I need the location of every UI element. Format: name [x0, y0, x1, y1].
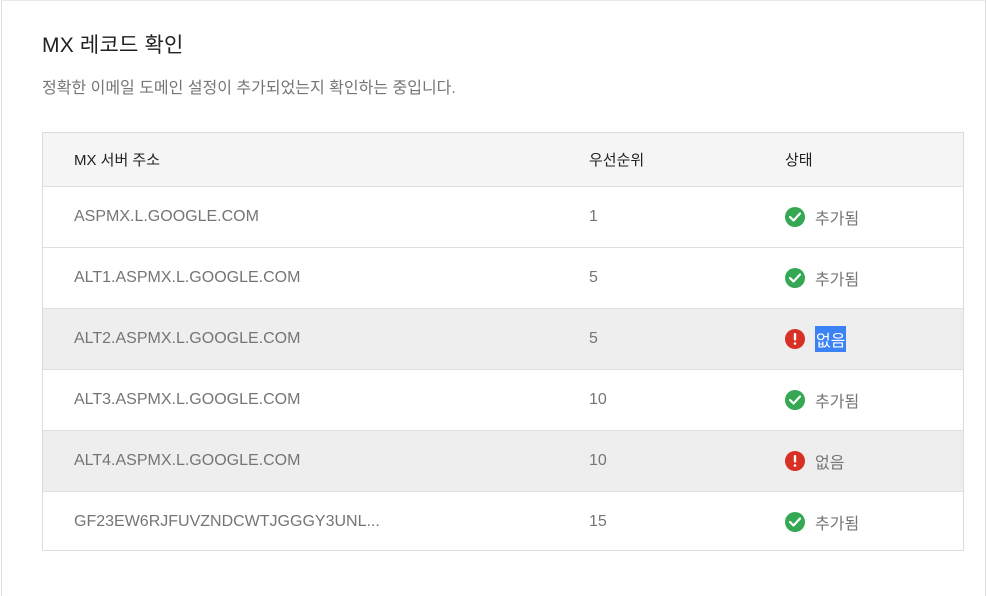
status-text: 없음	[815, 455, 845, 472]
status-text: 추가됨	[815, 394, 860, 411]
status-text: 추가됨	[815, 516, 860, 533]
server-address-cell: ASPMX.L.GOOGLE.COM	[74, 208, 259, 225]
table-row: ALT3.ASPMX.L.GOOGLE.COM 10 추가됨	[43, 369, 963, 430]
server-address-cell: GF23EW6RJFUVZNDCWTJGGGY3UNL...	[74, 513, 380, 530]
priority-cell: 5	[589, 269, 598, 286]
table-header-row: MX 서버 주소 우선순위 상태	[43, 133, 963, 186]
status-text[interactable]: 없음	[815, 326, 847, 352]
table-row: ALT4.ASPMX.L.GOOGLE.COM 10 없음	[43, 430, 963, 491]
server-address-cell: ALT4.ASPMX.L.GOOGLE.COM	[74, 452, 301, 469]
priority-cell: 10	[589, 452, 607, 469]
status-cell: 추가됨	[785, 187, 859, 247]
check-circle-icon	[785, 390, 805, 410]
status-cell: 없음	[785, 431, 844, 491]
table-row: ALT2.ASPMX.L.GOOGLE.COM 5 없음	[43, 308, 963, 369]
server-address-cell: ALT1.ASPMX.L.GOOGLE.COM	[74, 269, 301, 286]
status-cell: 없음	[785, 309, 847, 369]
priority-cell: 10	[589, 391, 607, 408]
page-title: MX 레코드 확인	[42, 34, 184, 57]
check-circle-icon	[785, 268, 805, 288]
error-circle-icon	[785, 451, 805, 471]
mx-records-table: MX 서버 주소 우선순위 상태 ASPMX.L.GOOGLE.COM 1 추가…	[42, 132, 964, 551]
status-text: 추가됨	[815, 272, 860, 289]
table-row: ASPMX.L.GOOGLE.COM 1 추가됨	[43, 186, 963, 247]
mx-record-panel: MX 레코드 확인 정확한 이메일 도메인 설정이 추가되었는지 확인하는 중입…	[1, 0, 986, 596]
header-server-address: MX 서버 주소	[74, 152, 161, 169]
status-cell: 추가됨	[785, 492, 859, 552]
check-circle-icon	[785, 207, 805, 227]
status-cell: 추가됨	[785, 370, 859, 430]
server-address-cell: ALT2.ASPMX.L.GOOGLE.COM	[74, 330, 301, 347]
header-priority: 우선순위	[589, 152, 645, 169]
check-circle-icon	[785, 512, 805, 532]
server-address-cell: ALT3.ASPMX.L.GOOGLE.COM	[74, 391, 301, 408]
priority-cell: 5	[589, 330, 598, 347]
page-subtitle: 정확한 이메일 도메인 설정이 추가되었는지 확인하는 중입니다.	[42, 80, 456, 97]
header-status: 상태	[785, 152, 813, 169]
error-circle-icon	[785, 329, 805, 349]
priority-cell: 1	[589, 208, 598, 225]
table-row: GF23EW6RJFUVZNDCWTJGGGY3UNL... 15 추가됨	[43, 491, 963, 552]
status-cell: 추가됨	[785, 248, 859, 308]
status-text: 추가됨	[815, 211, 860, 228]
table-row: ALT1.ASPMX.L.GOOGLE.COM 5 추가됨	[43, 247, 963, 308]
priority-cell: 15	[589, 513, 607, 530]
